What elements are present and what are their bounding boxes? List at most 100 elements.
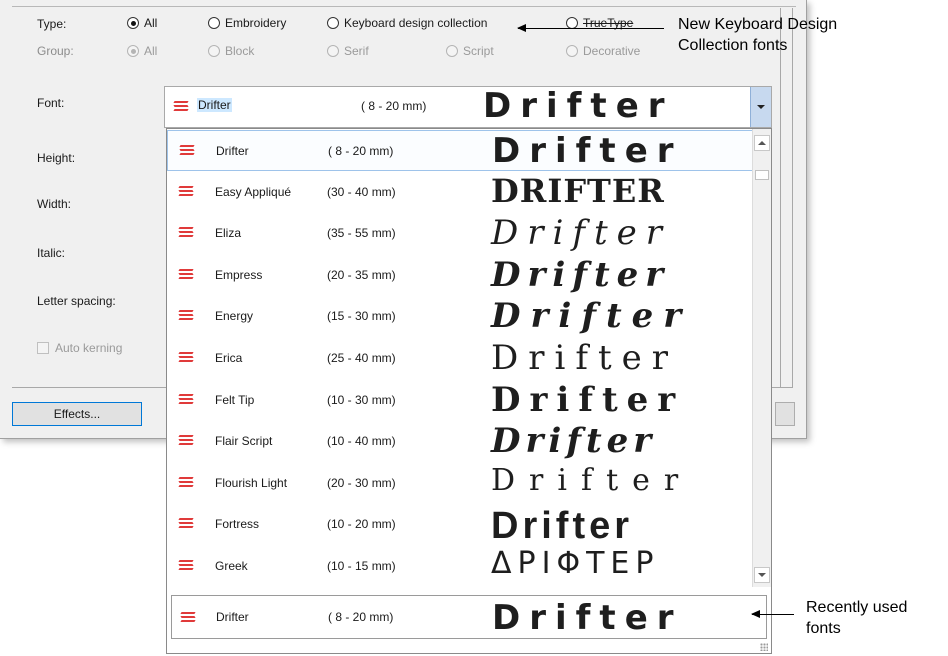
recent-font-size: ( 8 - 20 mm)	[328, 610, 394, 624]
font-list-item[interactable]: Drifter ( 8 - 20 mm) Drifter	[167, 130, 754, 171]
font-list-item-name: Fortress	[215, 517, 260, 532]
arrow-down-icon	[758, 573, 766, 577]
font-combobox[interactable]: Drifter ( 8 - 20 mm) Drifter	[164, 86, 772, 128]
vertical-scrollbar[interactable]	[752, 129, 771, 587]
font-list-item-preview: ΔΡΙΦΤΕΡ	[491, 546, 660, 581]
radio-icon	[127, 17, 139, 29]
font-list-item-preview: Drifter	[491, 462, 693, 498]
radio-icon	[566, 45, 578, 57]
font-list-item-size: (20 - 30 mm)	[327, 475, 396, 490]
top-divider	[12, 6, 796, 7]
embroidery-font-icon	[178, 476, 194, 489]
font-list-item-preview: Drifter	[492, 131, 683, 171]
font-list-item-size: (10 - 30 mm)	[327, 392, 396, 407]
recent-font-preview: Drifter	[492, 598, 683, 638]
embroidery-font-icon	[178, 310, 194, 322]
height-label: Height:	[37, 151, 76, 165]
group-label: Group:	[37, 44, 74, 58]
font-combobox-preview: Drifter	[483, 86, 674, 126]
embroidery-font-icon	[178, 560, 194, 572]
type-radio-all[interactable]: All	[127, 16, 157, 30]
font-list-item[interactable]: Eliza (35 - 55 mm) Drifter	[167, 213, 754, 254]
embroidery-font-icon	[178, 227, 194, 239]
radio-icon	[446, 45, 458, 57]
font-list-item[interactable]: Erica (25 - 40 mm) Drifter	[167, 338, 754, 379]
font-list-item-name: Drifter	[216, 144, 249, 158]
effects-button[interactable]: Effects...	[12, 402, 142, 426]
checkbox-box	[37, 342, 49, 354]
font-list-item-preview: Drifter	[491, 505, 634, 548]
arrow-up-icon	[758, 141, 766, 145]
font-list-item-name: Flair Script	[215, 434, 273, 449]
recent-font-name: Drifter	[216, 610, 249, 624]
font-list-item-size: (35 - 55 mm)	[327, 226, 396, 241]
recent-font-item[interactable]: Drifter ( 8 - 20 mm) Drifter	[171, 595, 767, 639]
font-list-item[interactable]: Empress (20 - 35 mm) Drifter	[167, 255, 754, 296]
font-list-item-name: Empress	[215, 267, 263, 282]
keyboard-annotation-arrow	[517, 24, 664, 32]
font-list-item[interactable]: Easy Appliqué (30 - 40 mm) DRIFTER	[167, 172, 754, 213]
font-list-item-preview: Drifter	[491, 213, 672, 254]
font-combobox-size: ( 8 - 20 mm)	[361, 99, 427, 113]
scroll-up-button[interactable]	[754, 135, 770, 151]
font-list-item-size: ( 8 - 20 mm)	[328, 144, 394, 158]
font-list-item-preview: Drifter	[491, 254, 671, 295]
scroll-down-button[interactable]	[754, 567, 770, 583]
font-list-item-name: Eliza	[215, 226, 242, 241]
annotation-recent-line2: fonts	[806, 620, 841, 637]
embroidery-font-icon	[179, 145, 195, 157]
font-list-item-name: Erica	[215, 351, 243, 365]
font-list-item-name: Felt Tip	[215, 392, 255, 407]
scrollbar-thumb[interactable]	[755, 170, 769, 180]
embroidery-font-icon	[173, 101, 189, 113]
font-list-item-name: Flourish Light	[215, 475, 288, 490]
group-radio-script[interactable]: Script	[446, 44, 494, 58]
font-list-item-preview: DRIFTER	[491, 171, 665, 210]
font-list-item-preview: Drifter	[491, 421, 657, 462]
type-label: Type:	[37, 17, 67, 31]
font-list-item-size: (15 - 30 mm)	[327, 309, 396, 324]
annotation-keyboard-line2: Collection fonts	[678, 37, 788, 54]
group-radio-decorative[interactable]: Decorative	[566, 44, 640, 58]
font-list-item-preview: Drifter	[491, 296, 692, 337]
font-list-item-size: (10 - 40 mm)	[327, 434, 396, 449]
font-list-item[interactable]: Flourish Light (20 - 30 mm) Drifter	[167, 463, 754, 504]
embroidery-font-icon	[180, 612, 196, 624]
embroidery-font-icon	[178, 268, 194, 281]
radio-icon	[327, 17, 339, 29]
radio-icon	[208, 17, 220, 29]
inner-frame-right	[780, 8, 781, 388]
dropdown-button[interactable]	[750, 87, 771, 127]
embroidery-font-icon	[178, 352, 194, 364]
font-list-item-preview: Drifter	[491, 338, 679, 378]
radio-icon	[127, 45, 139, 57]
font-list-item[interactable]: Greek (10 - 15 mm) ΔΡΙΦΤΕΡ	[167, 546, 754, 587]
resize-grip-icon[interactable]	[760, 643, 768, 651]
font-list-item-size: (30 - 40 mm)	[327, 184, 396, 199]
group-radio-block[interactable]: Block	[208, 44, 254, 58]
annotation-keyboard-line1: New Keyboard Design	[678, 16, 838, 33]
font-list-item-size: (20 - 35 mm)	[327, 267, 396, 282]
type-radio-embroidery[interactable]: Embroidery	[208, 16, 286, 30]
group-frame-right	[792, 8, 793, 388]
font-list-item-size: (10 - 15 mm)	[327, 559, 396, 573]
font-list-item[interactable]: Felt Tip (10 - 30 mm) Drifter	[167, 380, 754, 421]
width-label: Width:	[37, 197, 72, 211]
font-label: Font:	[37, 96, 65, 110]
radio-icon	[327, 45, 339, 57]
embroidery-font-icon	[178, 435, 194, 447]
recent-annotation-arrow	[751, 610, 794, 618]
hidden-button[interactable]	[775, 402, 795, 426]
font-list-item[interactable]: Energy (15 - 30 mm) Drifter	[167, 296, 754, 337]
font-list-item-preview: Drifter	[491, 379, 685, 420]
auto-kerning-checkbox[interactable]: Auto kerning	[37, 341, 122, 355]
font-list-item-size: (25 - 40 mm)	[327, 351, 396, 365]
font-list-item-name: Greek	[215, 559, 248, 573]
radio-icon	[208, 45, 220, 57]
font-list-item[interactable]: Fortress (10 - 20 mm) Drifter	[167, 504, 754, 545]
font-combobox-value: Drifter	[197, 98, 232, 112]
type-radio-keyboard-design-collection[interactable]: Keyboard design collection	[327, 16, 487, 30]
group-radio-serif[interactable]: Serif	[327, 44, 369, 58]
font-list-item[interactable]: Flair Script (10 - 40 mm) Drifter	[167, 421, 754, 462]
group-radio-all[interactable]: All	[127, 44, 157, 58]
